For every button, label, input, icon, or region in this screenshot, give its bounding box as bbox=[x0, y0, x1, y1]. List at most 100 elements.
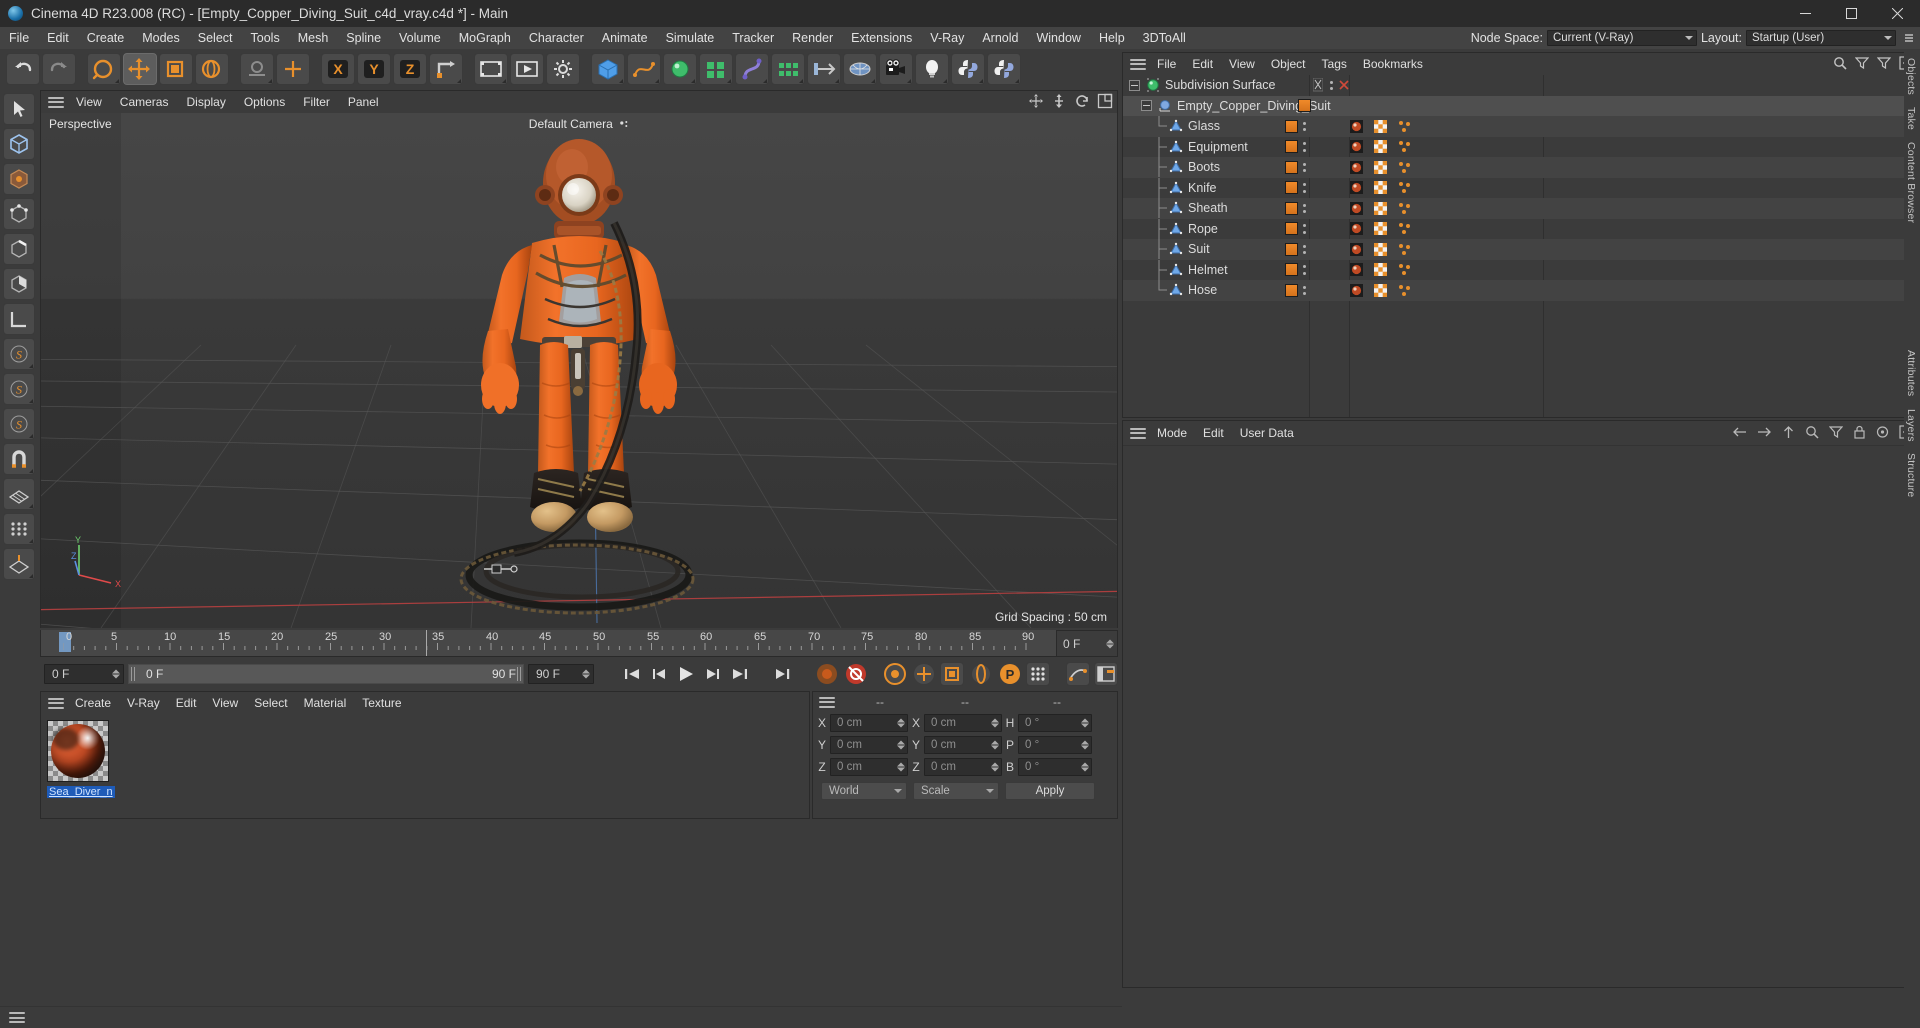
texture-tag-icon[interactable] bbox=[1350, 222, 1363, 236]
object-menu-tags[interactable]: Tags bbox=[1314, 53, 1355, 75]
step-back-button[interactable] bbox=[647, 663, 670, 685]
dock-tab-layers[interactable]: Layers bbox=[1904, 403, 1918, 448]
go-to-next-key-button[interactable] bbox=[771, 663, 794, 685]
uvw-tag-icon[interactable] bbox=[1374, 201, 1387, 215]
coord-input-rot-b[interactable]: 0 ° bbox=[1018, 758, 1092, 776]
dock-tab-content-browser[interactable]: Content Browser bbox=[1904, 136, 1918, 229]
object-row-tags[interactable] bbox=[1285, 181, 1308, 195]
selection-tag-icon[interactable] bbox=[1398, 263, 1411, 276]
lock-y-button[interactable]: Y bbox=[357, 53, 391, 85]
coord-spinner[interactable] bbox=[991, 718, 999, 728]
uvw-tag-icon[interactable] bbox=[1374, 160, 1387, 174]
workplane-mode-button[interactable] bbox=[3, 303, 35, 335]
up-arrow-icon[interactable] bbox=[1782, 425, 1795, 439]
object-row-equipment[interactable]: Equipment bbox=[1123, 136, 1919, 158]
timeline-playhead[interactable] bbox=[426, 630, 427, 656]
material-menu-select[interactable]: Select bbox=[246, 692, 295, 714]
current-frame-input[interactable]: 0 F bbox=[44, 664, 124, 684]
material-tag-icon[interactable] bbox=[1285, 181, 1298, 195]
object-row-right-tags[interactable] bbox=[1350, 160, 1411, 174]
generators-button[interactable] bbox=[663, 53, 697, 85]
live-selection-button[interactable] bbox=[87, 53, 121, 85]
rotate-button[interactable] bbox=[195, 53, 229, 85]
object-row-visibility-dots[interactable] bbox=[1313, 78, 1323, 92]
object-menu-bookmarks[interactable]: Bookmarks bbox=[1355, 53, 1431, 75]
menu-overflow-icon[interactable] bbox=[1902, 31, 1916, 45]
menu-item-3dtoall[interactable]: 3DToAll bbox=[1134, 27, 1195, 49]
visibility-dots-icon[interactable] bbox=[1301, 243, 1308, 256]
mograph-button[interactable] bbox=[771, 53, 805, 85]
lock-x-button[interactable]: X bbox=[321, 53, 355, 85]
uvw-tag-icon[interactable] bbox=[1374, 140, 1387, 154]
object-tree[interactable]: Subdivision Surface Empty_Copper_Diving_… bbox=[1123, 75, 1919, 417]
material-tag-icon[interactable] bbox=[1285, 119, 1298, 133]
attribute-menu-user-data[interactable]: User Data bbox=[1232, 421, 1302, 445]
timeline-ruler[interactable]: 0 5 10 15 20 25 30 35 40 45 50 55 60 65 … bbox=[40, 630, 1118, 657]
range-end-spinner[interactable] bbox=[582, 669, 590, 679]
coord-spinner[interactable] bbox=[897, 740, 905, 750]
python-generator-button[interactable] bbox=[951, 53, 985, 85]
object-row-suit[interactable]: Suit bbox=[1123, 239, 1919, 260]
visibility-dots-icon[interactable] bbox=[1301, 284, 1308, 297]
add-cube-button[interactable] bbox=[591, 53, 625, 85]
scene-nodes-button[interactable] bbox=[699, 53, 733, 85]
points-mode-button[interactable] bbox=[3, 198, 35, 230]
viewport-canvas[interactable]: Perspective Default Camera Y X Z Grid Sp… bbox=[41, 113, 1117, 628]
menu-item-mesh[interactable]: Mesh bbox=[289, 27, 338, 49]
object-row-glass[interactable]: Glass bbox=[1123, 116, 1919, 137]
texture-tag-icon[interactable] bbox=[1350, 201, 1363, 215]
snap-button[interactable] bbox=[3, 443, 35, 475]
texture-mode-button[interactable] bbox=[3, 163, 35, 195]
step-forward-button[interactable] bbox=[701, 663, 724, 685]
material-menu-create[interactable]: Create bbox=[67, 692, 119, 714]
visibility-dots-icon[interactable] bbox=[1301, 140, 1308, 153]
object-row-tags[interactable] bbox=[1285, 201, 1308, 215]
expander-icon[interactable] bbox=[1141, 100, 1152, 112]
play-button[interactable] bbox=[674, 663, 697, 685]
coord-input-pos-z[interactable]: 0 cm bbox=[830, 758, 908, 776]
object-row-right-tags[interactable] bbox=[1350, 263, 1411, 277]
rotation-key-button[interactable] bbox=[968, 662, 993, 687]
expander-icon[interactable] bbox=[1129, 79, 1140, 91]
polygons-mode-button[interactable] bbox=[3, 268, 35, 300]
status-bar-menu-icon[interactable] bbox=[6, 1010, 28, 1026]
viewport-menu-view[interactable]: View bbox=[67, 91, 111, 113]
back-arrow-icon[interactable] bbox=[1732, 425, 1747, 439]
coord-spinner[interactable] bbox=[991, 740, 999, 750]
object-row-tags[interactable] bbox=[1285, 160, 1308, 174]
python-tag-button[interactable] bbox=[987, 53, 1021, 85]
menu-item-create[interactable]: Create bbox=[78, 27, 134, 49]
object-row-helmet[interactable]: Helmet bbox=[1123, 259, 1919, 281]
object-delete-icon[interactable] bbox=[1339, 80, 1349, 90]
material-manager-menu-icon[interactable] bbox=[45, 695, 67, 711]
object-row-right-tags[interactable] bbox=[1350, 201, 1411, 215]
light-button[interactable] bbox=[915, 53, 949, 85]
model-mode-button[interactable] bbox=[3, 93, 35, 125]
timeline-frame-spinner[interactable] bbox=[1106, 639, 1114, 648]
attribute-menu-mode[interactable]: Mode bbox=[1149, 421, 1195, 445]
material-item[interactable]: Sea_Diver_n bbox=[47, 720, 115, 800]
material-menu-view[interactable]: View bbox=[204, 692, 246, 714]
texture-tag-icon[interactable] bbox=[1350, 119, 1363, 133]
material-tag-icon[interactable] bbox=[1298, 99, 1311, 113]
add-spline-button[interactable] bbox=[627, 53, 661, 85]
material-tag-icon[interactable] bbox=[1285, 283, 1298, 297]
lock-z-button[interactable]: Z bbox=[393, 53, 427, 85]
menu-item-extensions[interactable]: Extensions bbox=[842, 27, 921, 49]
attribute-manager-body[interactable] bbox=[1123, 445, 1919, 985]
material-menu-vray[interactable]: V-Ray bbox=[119, 692, 168, 714]
texture-tag-icon[interactable] bbox=[1350, 140, 1363, 154]
visibility-dots-icon[interactable] bbox=[1328, 79, 1335, 92]
object-row-right-tags[interactable] bbox=[1350, 140, 1411, 154]
object-menu-file[interactable]: File bbox=[1149, 53, 1184, 75]
uvw-tag-icon[interactable] bbox=[1374, 181, 1387, 195]
material-list[interactable]: Sea_Diver_n bbox=[41, 714, 809, 818]
timeline-mode-button[interactable] bbox=[1094, 662, 1118, 686]
attribute-manager-menu-icon[interactable] bbox=[1127, 425, 1149, 441]
go-to-end-button[interactable] bbox=[728, 663, 751, 685]
object-row-sheath[interactable]: Sheath bbox=[1123, 198, 1919, 219]
redo-button[interactable] bbox=[42, 53, 76, 85]
object-row-boots[interactable]: Boots bbox=[1123, 157, 1919, 178]
undo-button[interactable] bbox=[6, 53, 40, 85]
lock-icon[interactable] bbox=[1853, 425, 1866, 439]
